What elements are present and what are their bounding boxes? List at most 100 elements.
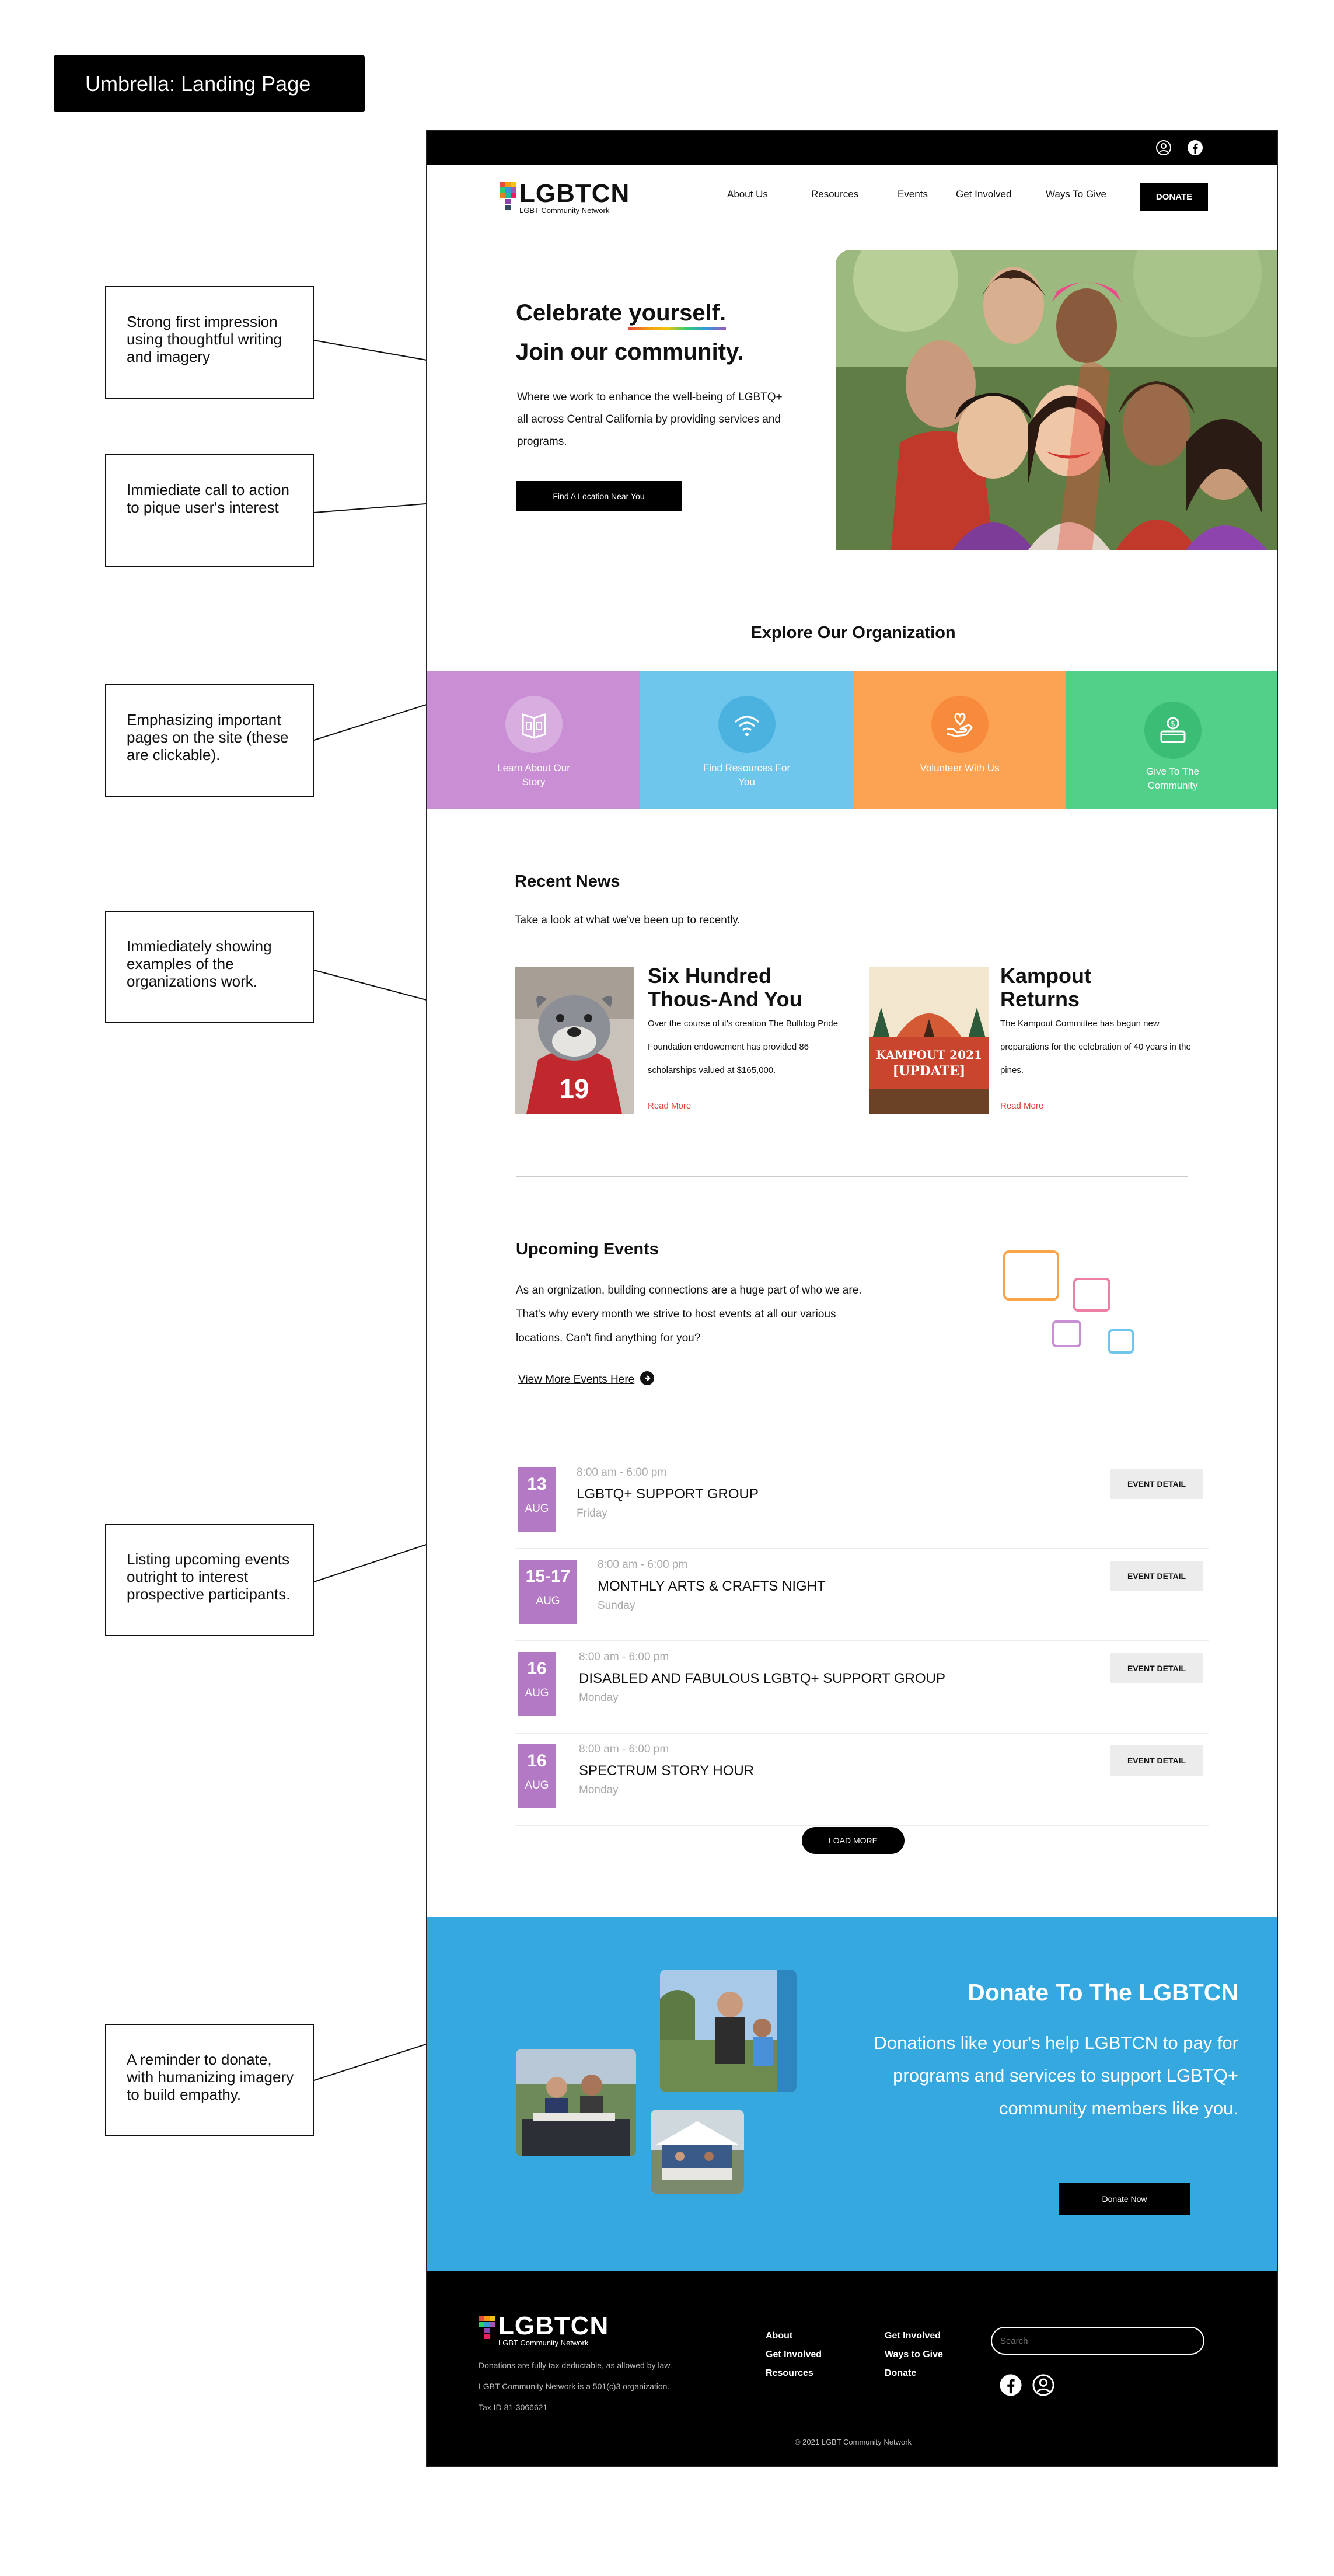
event-row[interactable]: 16 AUG 8:00 am - 6:00 pm SPECTRUM STORY … — [515, 1734, 1209, 1826]
footer-link-get-involved-2[interactable]: Get Involved — [885, 2327, 943, 2345]
hero-headline-line2: Join our community. — [516, 339, 744, 365]
event-date-badge: 15-17 AUG — [519, 1560, 577, 1624]
nav-about-us[interactable]: About Us — [727, 189, 768, 200]
footer-legal-line: Donations are fully tax deductable, as a… — [479, 2361, 672, 2370]
read-more-link-1[interactable]: Read More — [648, 1101, 691, 1111]
news-body-six-hundred: Over the course of it's creation The Bul… — [648, 1019, 839, 1075]
money-icon: $ — [1144, 702, 1202, 759]
decorative-squares — [1003, 1250, 1134, 1354]
footer-links-column-1: About Get Involved Resources — [766, 2327, 822, 2383]
top-utility-bar — [427, 131, 1277, 165]
event-weekday: Friday — [577, 1507, 607, 1519]
footer-copyright: © 2021 LGBT Community Network — [794, 2438, 912, 2446]
bulldog-mascot-photo: 19 — [515, 967, 634, 1114]
explore-section-title: Explore Our Organization — [750, 623, 956, 642]
user-icon[interactable] — [1032, 2373, 1055, 2400]
nav-events[interactable]: Events — [898, 189, 928, 200]
donate-title: Donate To The LGBTCN — [968, 1979, 1238, 2006]
svg-text:19: 19 — [559, 1073, 589, 1104]
footer-legal-line: Tax ID 81-3066621 — [479, 2403, 548, 2412]
user-icon[interactable] — [1155, 140, 1172, 159]
tile-volunteer[interactable]: Volunteer With Us — [853, 671, 1066, 809]
kampout-poster: KAMPOUT 2021 [UPDATE] — [869, 967, 989, 1114]
news-body-kampout: The Kampout Committee has begun new prep… — [1000, 1019, 1191, 1075]
event-month: AUG — [525, 1687, 549, 1699]
upcoming-events-description: As an orgnization, building connections … — [516, 1284, 862, 1344]
nav-get-involved[interactable]: Get Involved — [956, 189, 1011, 200]
nav-donate-button[interactable]: DONATE — [1140, 183, 1208, 211]
load-more-button[interactable]: LOAD MORE — [802, 1827, 905, 1854]
event-day: 13 — [527, 1475, 547, 1494]
event-day: 16 — [527, 1751, 547, 1770]
event-weekday: Sunday — [598, 1599, 635, 1612]
hero-yourself-text: yourself. — [628, 300, 727, 330]
tile-label-story: Learn About Our Story — [497, 762, 570, 787]
rainbow-logo-icon — [500, 182, 516, 210]
tile-label-give: Give To The Community — [1146, 766, 1200, 791]
booth-photo — [651, 2110, 744, 2194]
event-time: 8:00 am - 6:00 pm — [598, 1559, 688, 1571]
event-date-badge: 16 AUG — [518, 1744, 556, 1808]
outdoor-event-photo — [660, 1970, 797, 2092]
nav-resources[interactable]: Resources — [811, 189, 858, 200]
tile-label-resources: Find Resources For You — [703, 762, 791, 787]
facebook-icon[interactable] — [999, 2373, 1022, 2400]
footer-link-ways-to-give[interactable]: Ways to Give — [885, 2345, 943, 2364]
footer-search-input[interactable] — [991, 2327, 1204, 2355]
recent-news-title: Recent News — [515, 872, 620, 891]
donate-now-button[interactable]: Donate Now — [1059, 2183, 1190, 2215]
event-day: 16 — [527, 1659, 547, 1678]
section-divider — [516, 1176, 1188, 1177]
tile-find-resources[interactable]: Find Resources For You — [640, 671, 853, 809]
event-date-badge: 16 AUG — [518, 1652, 556, 1716]
hero-yourself-word: yourself. — [628, 300, 727, 326]
donate-description: Donations like your's help LGBTCN to pay… — [874, 2033, 1238, 2118]
event-title: MONTHLY ARTS & CRAFTS NIGHT — [598, 1578, 826, 1594]
news-title-six-hundred[interactable]: Six Hundred Thous-And You — [648, 964, 811, 1011]
footer: LGBTCN LGBT Community Network Donations … — [427, 2271, 1277, 2466]
footer-links-column-2: Get Involved Ways to Give Donate — [885, 2327, 943, 2383]
hero-celebrate-text: Celebrate — [516, 300, 629, 326]
event-detail-button[interactable]: EVENT DETAIL — [1110, 1469, 1203, 1499]
svg-text:$: $ — [1171, 720, 1175, 728]
hero-headline-line1: Celebrate yourself. — [516, 300, 727, 330]
tile-learn-about-story[interactable]: Learn About Our Story — [427, 671, 640, 809]
brand-tagline: LGBT Community Network — [519, 206, 610, 215]
event-time: 8:00 am - 6:00 pm — [579, 1651, 669, 1663]
event-time: 8:00 am - 6:00 pm — [577, 1466, 667, 1479]
read-more-link-2[interactable]: Read More — [1000, 1101, 1043, 1111]
facebook-icon[interactable] — [1187, 140, 1203, 159]
tile-give[interactable]: $ Give To The Community — [1066, 671, 1277, 809]
event-row[interactable]: 15-17 AUG 8:00 am - 6:00 pm MONTHLY ARTS… — [515, 1549, 1209, 1641]
event-month: AUG — [525, 1779, 549, 1791]
footer-link-get-involved[interactable]: Get Involved — [766, 2345, 822, 2364]
volunteers-table-photo — [516, 2049, 636, 2156]
event-detail-button[interactable]: EVENT DETAIL — [1110, 1561, 1203, 1591]
heart-hand-icon — [931, 696, 989, 753]
footer-brand-tagline: LGBT Community Network — [498, 2338, 589, 2347]
footer-legal-text: Donations are fully tax deductable, as a… — [479, 2355, 747, 2418]
rainbow-underline — [628, 327, 727, 330]
view-more-events-label: View More Events Here — [518, 1373, 635, 1386]
nav-ways-to-give[interactable]: Ways To Give — [1046, 189, 1106, 200]
news-title-kampout[interactable]: Kampout Returns — [1000, 964, 1129, 1011]
donate-section: Donate To The LGBTCN Donations like your… — [427, 1917, 1277, 2271]
view-more-events-link[interactable]: View More Events Here — [518, 1371, 655, 1388]
footer-link-about[interactable]: About — [766, 2327, 822, 2345]
event-detail-button[interactable]: EVENT DETAIL — [1110, 1745, 1203, 1776]
landing-page-mockup: LGBTCN LGBT Community Network About Us R… — [426, 130, 1278, 2467]
recent-news-subtitle: Take a look at what we've been up to rec… — [515, 914, 741, 926]
event-time: 8:00 am - 6:00 pm — [579, 1743, 669, 1755]
event-row[interactable]: 13 AUG 8:00 am - 6:00 pm LGBTQ+ SUPPORT … — [515, 1457, 1209, 1549]
event-month: AUG — [536, 1595, 560, 1607]
footer-link-donate[interactable]: Donate — [885, 2364, 943, 2383]
hero-description: Where we work to enhance the well-being … — [517, 391, 783, 448]
event-title: LGBTQ+ SUPPORT GROUP — [577, 1486, 759, 1502]
kampout-poster-title: KAMPOUT 2021 — [876, 1048, 982, 1062]
event-title: DISABLED AND FABULOUS LGBTQ+ SUPPORT GRO… — [579, 1671, 945, 1686]
event-row[interactable]: 16 AUG 8:00 am - 6:00 pm DISABLED AND FA… — [515, 1641, 1209, 1734]
footer-link-resources[interactable]: Resources — [766, 2364, 822, 2383]
find-location-button[interactable]: Find A Location Near You — [516, 481, 682, 511]
arrow-right-icon — [640, 1371, 655, 1388]
event-detail-button[interactable]: EVENT DETAIL — [1110, 1653, 1203, 1683]
